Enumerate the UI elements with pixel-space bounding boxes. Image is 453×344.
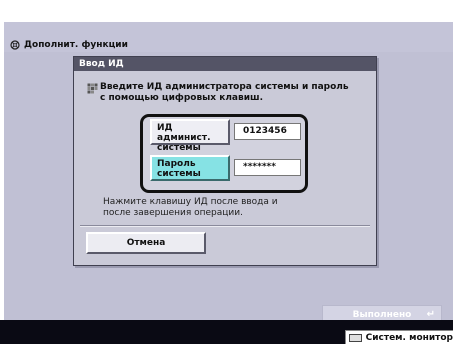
hint-line2: после завершения операции. xyxy=(103,208,243,218)
monitor-icon xyxy=(349,333,362,342)
system-monitor-label: Систем. монитор xyxy=(365,332,453,343)
password-label-line1: Пароль xyxy=(157,159,196,169)
password-button[interactable]: Пароль системы xyxy=(150,155,230,181)
admin-id-field[interactable]: 0123456 xyxy=(234,123,301,140)
hint-text: Нажмите клавишу ИД после ввода и после з… xyxy=(103,197,278,219)
password-field[interactable]: ******* xyxy=(234,159,301,176)
cancel-button-label: Отмена xyxy=(126,238,166,248)
id-entry-dialog: Ввод ИД Введите ИД администратора систем… xyxy=(73,56,377,266)
keypad-icon xyxy=(87,83,98,94)
admin-id-label-line1: ИД админист. xyxy=(157,123,211,143)
system-monitor-button[interactable]: Систем. монитор xyxy=(345,330,453,344)
dialog-message-line1: Введите ИД администратора системы и паро… xyxy=(100,82,349,92)
background-title-text: Дополнит. функции xyxy=(24,40,128,50)
return-icon: ↵ xyxy=(426,309,435,320)
dialog-message: Введите ИД администратора системы и паро… xyxy=(100,82,349,104)
dialog-title: Ввод ИД xyxy=(74,57,376,71)
dialog-message-line2: с помощью цифровых клавиш. xyxy=(100,93,263,103)
divider xyxy=(80,225,370,227)
admin-id-button[interactable]: ИД админист. системы xyxy=(150,119,230,153)
gear-icon xyxy=(10,40,20,50)
hint-line1: Нажмите клавишу ИД после ввода и xyxy=(103,197,278,207)
done-button-label: Выполнено xyxy=(352,310,412,320)
background-title: Дополнит. функции xyxy=(10,40,128,50)
admin-id-label-line2: системы xyxy=(157,143,201,153)
cancel-button[interactable]: Отмена xyxy=(86,232,206,254)
password-label-line2: системы xyxy=(157,169,201,179)
